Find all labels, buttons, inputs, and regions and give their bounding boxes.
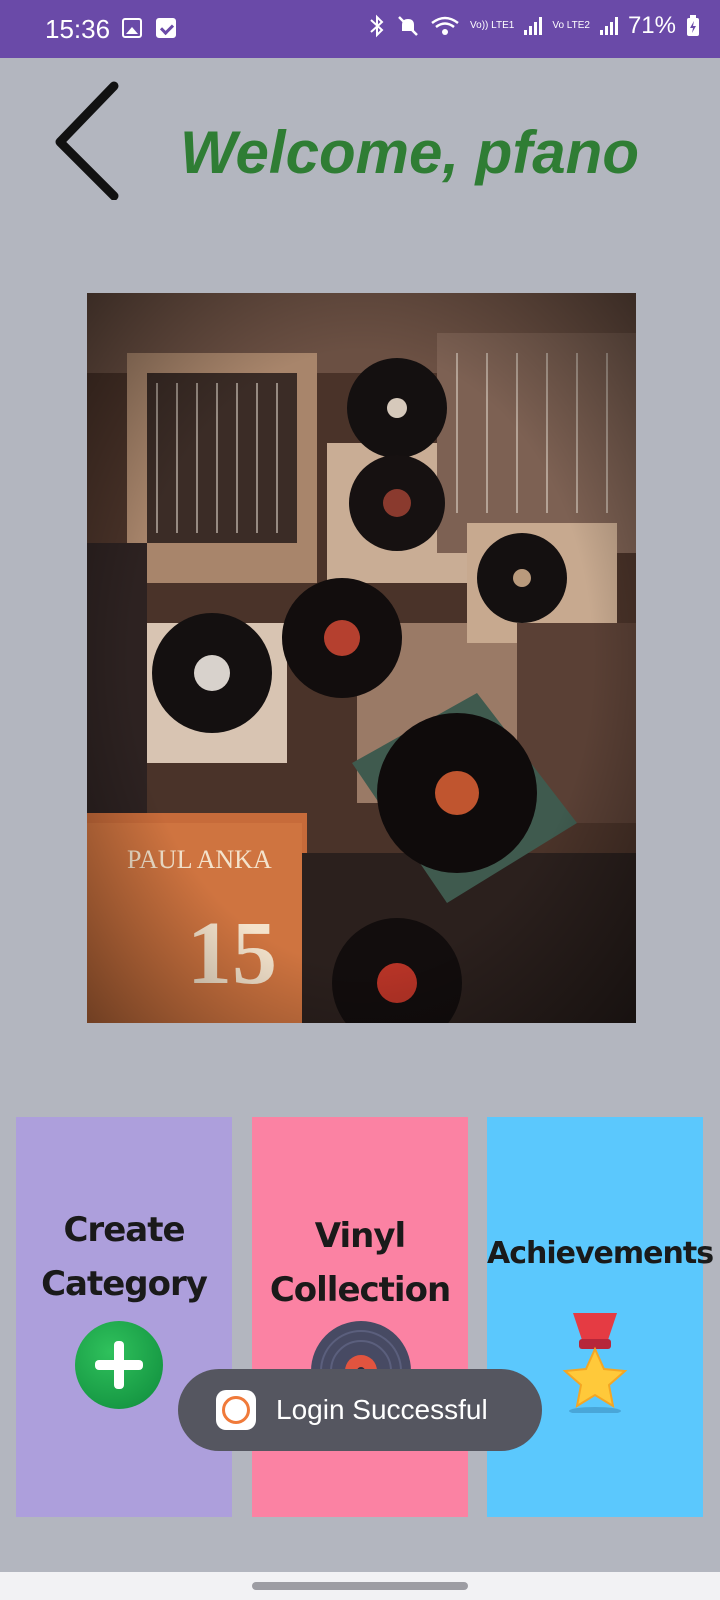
signal-icon [524, 17, 543, 35]
vinyl-records-photo: PAUL ANKA 15 [87, 293, 636, 1023]
create-category-line2: Category [41, 1264, 208, 1304]
status-time: 15:36 [45, 14, 111, 44]
gesture-nav-bar [0, 1572, 720, 1600]
wifi-icon [431, 16, 459, 35]
signal-icon [599, 17, 618, 35]
gallery-icon [122, 18, 142, 38]
achievements-label: Achievements [487, 1236, 714, 1271]
network2-label: Vo LTE2 [552, 20, 590, 31]
medal-icon [562, 1313, 628, 1413]
login-toast: Login Successful [178, 1369, 542, 1451]
create-category-tile[interactable]: Create Category [16, 1117, 232, 1517]
vinyl-collection-tile[interactable]: Vinyl Collection [252, 1117, 468, 1517]
bluetooth-icon [370, 14, 384, 38]
create-category-line1: Create [63, 1210, 185, 1250]
vinyl-collection-line2: Collection [269, 1270, 451, 1310]
app-logo-icon [216, 1390, 256, 1430]
vinyl-collection-line1: Vinyl [314, 1216, 406, 1256]
battery-icon [687, 15, 699, 36]
status-bar: 15:36 Vo)) LTE1 Vo LTE2 71% [0, 0, 720, 58]
home-handle[interactable] [252, 1582, 468, 1590]
toast-message: Login Successful [276, 1394, 488, 1425]
achievements-tile[interactable]: Achievements [487, 1117, 714, 1517]
mute-icon [398, 16, 418, 36]
menu-tiles: Create Category Vinyl Collection Achieve… [16, 1117, 714, 1517]
network1-label: Vo)) LTE1 [470, 20, 515, 31]
plus-circle-icon [75, 1321, 163, 1409]
battery-percent: 71% [627, 12, 676, 39]
welcome-title: Welcome, pfano [180, 119, 639, 186]
back-button[interactable] [54, 80, 124, 200]
checkbox-icon [156, 18, 176, 38]
